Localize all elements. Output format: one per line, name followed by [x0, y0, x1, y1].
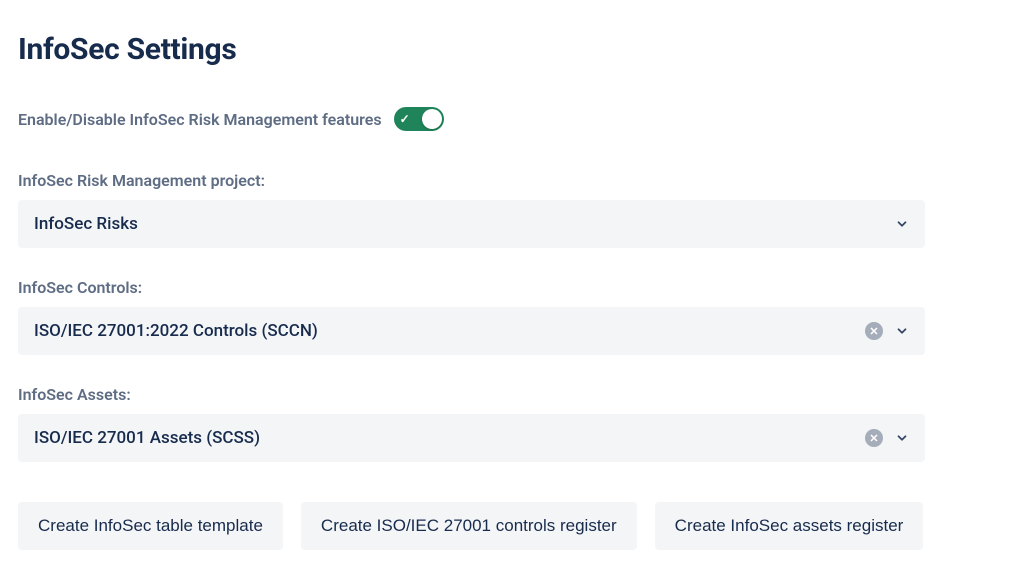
project-select-value: InfoSec Risks	[34, 214, 895, 234]
chevron-down-icon	[895, 431, 909, 445]
controls-field-label: InfoSec Controls:	[18, 278, 1006, 297]
toggle-knob	[422, 109, 442, 129]
create-controls-register-button[interactable]: Create ISO/IEC 27001 controls register	[301, 502, 637, 550]
feature-toggle-row: Enable/Disable InfoSec Risk Management f…	[18, 107, 1006, 131]
project-select[interactable]: InfoSec Risks	[18, 200, 925, 248]
action-button-row: Create InfoSec table template Create ISO…	[18, 502, 1006, 550]
create-assets-register-button[interactable]: Create InfoSec assets register	[655, 502, 924, 550]
controls-select-value: ISO/IEC 27001:2022 Controls (SCCN)	[34, 321, 865, 341]
controls-field-group: InfoSec Controls: ISO/IEC 27001:2022 Con…	[18, 278, 1006, 355]
page-title: InfoSec Settings	[18, 32, 1006, 67]
feature-toggle-label: Enable/Disable InfoSec Risk Management f…	[18, 110, 382, 129]
project-field-label: InfoSec Risk Management project:	[18, 171, 1006, 190]
check-icon: ✓	[400, 113, 410, 125]
clear-icon[interactable]: ✕	[865, 429, 883, 447]
assets-select[interactable]: ISO/IEC 27001 Assets (SCSS) ✕	[18, 414, 925, 462]
assets-field-group: InfoSec Assets: ISO/IEC 27001 Assets (SC…	[18, 385, 1006, 462]
chevron-down-icon	[895, 324, 909, 338]
assets-field-label: InfoSec Assets:	[18, 385, 1006, 404]
chevron-down-icon	[895, 217, 909, 231]
create-table-template-button[interactable]: Create InfoSec table template	[18, 502, 283, 550]
project-field-group: InfoSec Risk Management project: InfoSec…	[18, 171, 1006, 248]
clear-icon[interactable]: ✕	[865, 322, 883, 340]
controls-select[interactable]: ISO/IEC 27001:2022 Controls (SCCN) ✕	[18, 307, 925, 355]
assets-select-value: ISO/IEC 27001 Assets (SCSS)	[34, 428, 865, 448]
feature-toggle[interactable]: ✓	[394, 107, 444, 131]
